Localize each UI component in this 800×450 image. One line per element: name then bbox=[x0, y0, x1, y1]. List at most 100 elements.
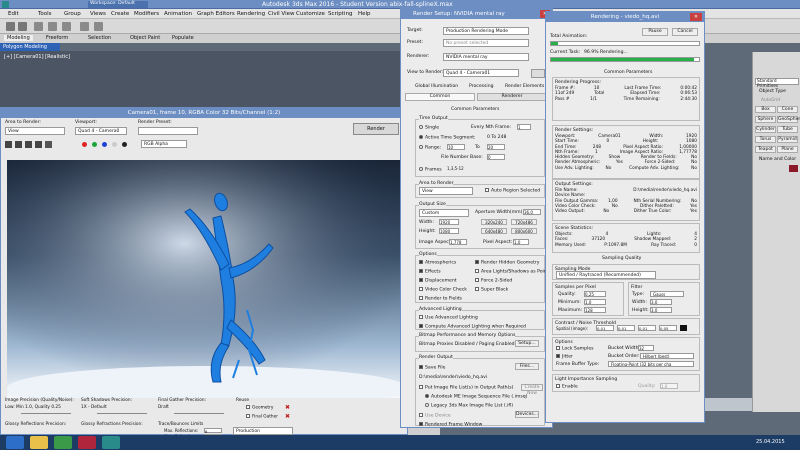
bucket-order-select[interactable]: Hilbert (best) bbox=[640, 353, 694, 359]
auto-region-checkbox[interactable]: Auto Region Selected bbox=[485, 188, 540, 194]
tab-freeform[interactable]: Freeform bbox=[46, 35, 68, 41]
compute-advanced-lighting-checkbox[interactable]: Compute Advanced Lighting when Required bbox=[419, 324, 526, 330]
start-icon[interactable] bbox=[6, 436, 24, 449]
filter-height-input[interactable]: 3,0 bbox=[650, 307, 672, 313]
final-gather-checkbox[interactable]: Final Gather bbox=[246, 414, 278, 420]
tab-selection[interactable]: Selection bbox=[88, 35, 111, 41]
bind-space-warp-icon[interactable] bbox=[62, 22, 71, 31]
clear-icon[interactable] bbox=[45, 141, 52, 148]
area-to-render-rs-select[interactable]: View bbox=[419, 187, 473, 195]
save-file-checkbox[interactable]: Save File bbox=[419, 365, 445, 371]
object-color-swatch[interactable] bbox=[789, 165, 798, 172]
aperture-width-input[interactable]: 36,0 bbox=[523, 209, 541, 215]
menu-create[interactable]: Create bbox=[111, 11, 129, 17]
spatial-r-input[interactable]: 0,01 bbox=[596, 325, 614, 331]
red-channel-icon[interactable] bbox=[82, 142, 87, 147]
menu-edit[interactable]: Edit bbox=[8, 11, 19, 17]
jitter-checkbox[interactable]: Jitter bbox=[556, 354, 573, 360]
range-from-input[interactable]: 10 bbox=[447, 144, 465, 150]
print-icon[interactable] bbox=[35, 141, 42, 148]
use-device-checkbox[interactable]: Use Device bbox=[419, 413, 451, 419]
select-by-name-icon[interactable] bbox=[94, 22, 103, 31]
blue-channel-icon[interactable] bbox=[102, 142, 107, 147]
area-to-render-select[interactable]: View bbox=[5, 127, 65, 135]
li-quality-input[interactable]: 1,0 bbox=[660, 383, 678, 389]
width-input[interactable]: 1920 bbox=[439, 219, 459, 225]
bitmap-setup-button[interactable]: Setup... bbox=[515, 340, 539, 347]
menu-civil-view[interactable]: Civil View bbox=[268, 11, 294, 17]
spatial-a-input[interactable]: 0,05 bbox=[659, 325, 677, 331]
cancel-button[interactable]: Cancel bbox=[672, 28, 698, 36]
final-gather-slider[interactable] bbox=[174, 413, 224, 414]
tab-processing[interactable]: Processing bbox=[469, 84, 494, 89]
lock-samples-checkbox[interactable]: Lock Samples bbox=[556, 346, 594, 352]
autogrid-checkbox[interactable]: AutoGrid bbox=[761, 98, 780, 103]
renderer-select[interactable]: NVIDIA mental ray bbox=[443, 53, 529, 61]
mono-icon[interactable] bbox=[122, 142, 127, 147]
output-size-select[interactable]: Custom bbox=[419, 209, 469, 217]
tab-renderer[interactable]: Renderer bbox=[477, 93, 547, 101]
sphere-button[interactable]: Sphere bbox=[755, 116, 776, 123]
tab-modeling[interactable]: Modeling bbox=[4, 35, 33, 41]
menu-views[interactable]: Views bbox=[90, 11, 106, 17]
rendered-frame-window-checkbox[interactable]: Rendered Frame Window bbox=[419, 422, 482, 428]
tab-populate[interactable]: Populate bbox=[172, 35, 194, 41]
spatial-g-input[interactable]: 0,01 bbox=[617, 325, 635, 331]
select-object-icon[interactable] bbox=[80, 22, 89, 31]
max-reflections-input[interactable]: 8 bbox=[204, 428, 222, 434]
alpha-channel-icon[interactable] bbox=[112, 142, 117, 147]
image-aspect-input[interactable]: 1,778 bbox=[449, 239, 467, 245]
size-720x486-button[interactable]: 720x486 bbox=[511, 219, 537, 225]
frame-buffer-select[interactable]: Floating-Point (32 bits per cha bbox=[608, 361, 694, 367]
app-icon[interactable] bbox=[78, 436, 96, 449]
clone-window-icon[interactable] bbox=[25, 141, 32, 148]
rendered-image[interactable] bbox=[7, 160, 407, 410]
polygon-modeling-label[interactable]: Polygon Modeling bbox=[0, 43, 60, 51]
atmospherics-checkbox[interactable]: Atmospherics bbox=[419, 260, 456, 266]
minimum-input[interactable]: 1,0 bbox=[584, 299, 606, 305]
viewport-label[interactable]: [+] [Camera01] [Realistic] bbox=[4, 54, 70, 60]
filter-width-input[interactable]: 3,0 bbox=[650, 299, 672, 305]
render-hidden-geometry-checkbox[interactable]: Render Hidden Geometry bbox=[475, 260, 539, 266]
undo-icon[interactable] bbox=[6, 22, 15, 31]
unlink-icon[interactable] bbox=[48, 22, 57, 31]
put-image-list-checkbox[interactable]: Put Image File List(s) in Output Path(s) bbox=[419, 385, 513, 391]
render-to-fields-checkbox[interactable]: Render to Fields bbox=[419, 296, 462, 302]
menu-tools[interactable]: Tools bbox=[38, 11, 52, 17]
pyramid-button[interactable]: Pyramid bbox=[777, 136, 798, 143]
preset-select[interactable]: No preset selected bbox=[443, 39, 529, 47]
menu-customize[interactable]: Customize bbox=[296, 11, 325, 17]
channel-display-select[interactable]: RGB Alpha bbox=[141, 140, 187, 148]
single-radio[interactable]: Single bbox=[419, 125, 439, 131]
quality-input[interactable]: 0,25 bbox=[584, 291, 606, 297]
files-button[interactable]: Files... bbox=[515, 363, 539, 370]
file-number-base-input[interactable]: 0 bbox=[487, 154, 505, 160]
every-nth-input[interactable]: 1 bbox=[517, 124, 531, 130]
primitive-type-select[interactable]: Standard Primitives bbox=[755, 78, 799, 89]
tab-object-paint[interactable]: Object Paint bbox=[130, 35, 160, 41]
close-icon[interactable]: ✕ bbox=[690, 13, 702, 21]
size-800x600-button[interactable]: 800x600 bbox=[511, 228, 537, 234]
size-320x240-button[interactable]: 320x240 bbox=[481, 219, 507, 225]
displacement-checkbox[interactable]: Displacement bbox=[419, 278, 457, 284]
3ds-max-taskbar-icon[interactable] bbox=[102, 436, 120, 449]
range-radio[interactable]: Range: bbox=[419, 145, 441, 151]
area-lights-checkbox[interactable]: Area Lights/Shadows as Points bbox=[475, 269, 551, 275]
menu-animation[interactable]: Animation bbox=[164, 11, 192, 17]
target-select[interactable]: Production Rendering Mode bbox=[443, 27, 529, 35]
teapot-button[interactable]: Teapot bbox=[755, 146, 776, 153]
use-advanced-lighting-checkbox[interactable]: Use Advanced Lighting bbox=[419, 315, 478, 321]
soft-shadows-slider[interactable] bbox=[97, 413, 147, 414]
maximum-input[interactable]: 128 bbox=[584, 307, 606, 313]
viewport-select[interactable]: Quad 4 - Camera0 bbox=[75, 127, 127, 135]
menu-graph-editors[interactable]: Graph Editors bbox=[197, 11, 235, 17]
render-preset-select[interactable] bbox=[138, 127, 198, 135]
file-explorer-icon[interactable] bbox=[30, 436, 48, 449]
enable-checkbox[interactable]: Enable bbox=[556, 384, 578, 390]
menu-modifiers[interactable]: Modifiers bbox=[134, 11, 159, 17]
torus-button[interactable]: Torus bbox=[755, 136, 776, 143]
tab-render-elements[interactable]: Render Elements bbox=[505, 84, 544, 89]
cylinder-button[interactable]: Cylinder bbox=[755, 126, 776, 133]
chrome-icon[interactable] bbox=[54, 436, 72, 449]
clear-fg-cache-icon[interactable]: ✖ bbox=[285, 413, 290, 420]
